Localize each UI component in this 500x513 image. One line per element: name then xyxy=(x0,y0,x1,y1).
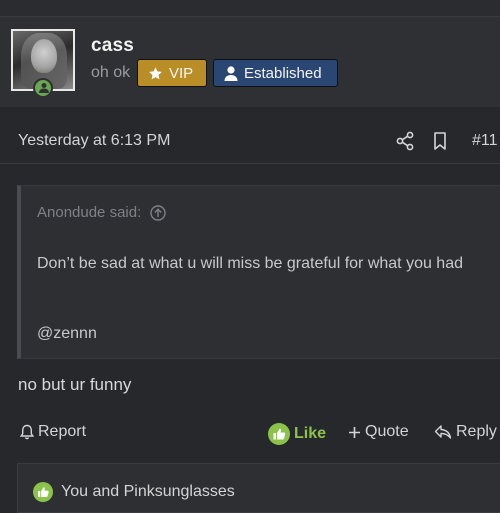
thumbs-up-icon xyxy=(268,423,290,445)
reactions-text[interactable]: You and Pinksunglasses xyxy=(61,483,235,501)
user-title: oh ok xyxy=(91,64,131,81)
quote-mention[interactable]: @zennn xyxy=(37,325,97,343)
quote-label: Quote xyxy=(365,423,409,440)
username[interactable]: cass xyxy=(91,35,134,57)
quote-block: Anondude said: Don’t be sad at what u wi… xyxy=(17,185,500,359)
like-label: Like xyxy=(294,425,327,442)
quote-button[interactable]: Quote xyxy=(348,423,409,441)
plus-icon xyxy=(349,426,360,438)
reply-icon xyxy=(434,425,452,439)
reactions-summary[interactable]: You and Pinksunglasses xyxy=(17,463,500,513)
online-status-icon xyxy=(33,78,53,98)
quote-header[interactable]: Anondude said: xyxy=(37,204,166,221)
established-badge: Established xyxy=(213,59,338,87)
established-badge-label: Established xyxy=(244,64,322,82)
report-button[interactable]: Report xyxy=(20,423,86,441)
bell-icon xyxy=(20,424,34,440)
divider xyxy=(0,163,500,164)
avatar-face xyxy=(31,39,57,73)
bookmark-icon[interactable] xyxy=(433,131,447,151)
post-message: no but ur funny xyxy=(18,375,132,394)
vip-badge-label: VIP xyxy=(169,64,194,82)
reply-button[interactable]: Reply xyxy=(434,423,497,441)
share-icon[interactable] xyxy=(396,131,414,151)
user-icon xyxy=(224,65,238,81)
post-number[interactable]: #11 xyxy=(472,132,498,150)
reply-label: Reply xyxy=(456,423,497,440)
quote-author[interactable]: Anondude said: xyxy=(37,204,141,221)
top-bar xyxy=(0,0,500,17)
quote-text: Don’t be sad at what u will miss be grat… xyxy=(37,255,463,272)
post-timestamp[interactable]: Yesterday at 6:13 PM xyxy=(18,132,170,150)
go-to-original-icon[interactable] xyxy=(150,204,166,221)
report-label: Report xyxy=(38,423,87,440)
like-button[interactable]: Like xyxy=(268,423,326,445)
thumbs-up-icon xyxy=(33,482,53,502)
star-icon xyxy=(149,66,162,79)
vip-badge: VIP xyxy=(137,59,207,87)
